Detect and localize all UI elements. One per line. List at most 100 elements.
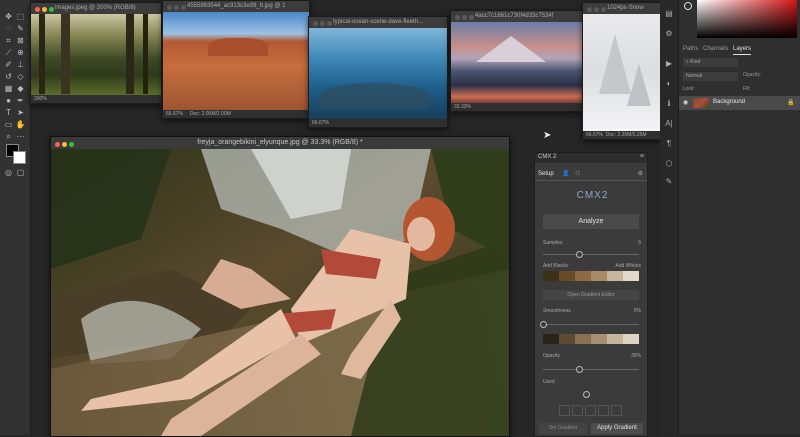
used-slider-knob[interactable]: [583, 391, 591, 398]
layer-row-background[interactable]: ◉ Background 🔒: [679, 96, 800, 110]
settings-gear-icon[interactable]: ⚙: [638, 170, 643, 177]
visibility-eye-icon[interactable]: ◉: [683, 99, 688, 106]
type-tool-icon[interactable]: T: [3, 108, 14, 117]
opacity-slider[interactable]: [543, 369, 639, 370]
samples-slider-knob[interactable]: [575, 251, 583, 258]
blur-tool-icon[interactable]: ◆: [15, 84, 26, 93]
palette-swatch[interactable]: [591, 271, 607, 281]
paragraph-panel-icon[interactable]: ¶: [663, 138, 675, 149]
history-panel-icon[interactable]: ▤: [663, 8, 675, 19]
set-gradient-button[interactable]: Set Gradient: [539, 423, 587, 434]
palette-swatch[interactable]: [575, 271, 591, 281]
doc-title-bar[interactable]: images.jpeg @ 200% (RGB/8): [31, 3, 161, 14]
tab-channels[interactable]: Channels: [703, 44, 728, 54]
eyedropper-icon[interactable]: ⟋: [3, 48, 14, 57]
frame-tool-icon[interactable]: ⊠: [15, 36, 26, 45]
background-color-swatch[interactable]: [13, 151, 26, 164]
healing-brush-icon[interactable]: ⊕: [15, 48, 26, 57]
doc-title-bar[interactable]: 4555863544_ac913c3e99_b.jpg @ 1: [163, 1, 309, 12]
lasso-tool-icon[interactable]: ◌: [3, 24, 14, 33]
cmx2-title-bar[interactable]: CMX 2 ≡: [535, 153, 647, 163]
stamp-tool-icon[interactable]: ⊥: [15, 60, 26, 69]
doc-title-bar[interactable]: 4acc7c1861c730f4d33c7534f: [451, 11, 585, 22]
main-doc-title-bar[interactable]: freyja_orangebikini_elyunque.jpg @ 33.3%…: [51, 137, 509, 149]
palette-swatch[interactable]: [575, 334, 591, 344]
layer-kind-filter[interactable]: ⌕ Kind: [683, 58, 738, 67]
color-picker-field[interactable]: [697, 0, 797, 38]
rectangle-tool-icon[interactable]: ▭: [3, 120, 14, 129]
panel-menu-icon[interactable]: ≡: [640, 153, 644, 160]
samples-slider[interactable]: [543, 254, 639, 255]
group-icon[interactable]: ⚇: [575, 170, 580, 177]
doc-title-bar[interactable]: 1024px-Snow: [583, 3, 661, 14]
play-action-icon[interactable]: ▶: [663, 58, 675, 69]
tab-layers[interactable]: Layers: [733, 44, 752, 55]
palette-swatch[interactable]: [591, 334, 607, 344]
zoom-tool-icon[interactable]: ⌕: [3, 132, 14, 141]
palette-swatch[interactable]: [623, 334, 639, 344]
gradient-type-option[interactable]: [611, 405, 622, 416]
gradient-type-option[interactable]: [598, 405, 609, 416]
crop-tool-icon[interactable]: ⌗: [3, 36, 14, 45]
add-whites-label[interactable]: Add Whites: [615, 263, 641, 269]
add-blacks-label[interactable]: Add Blacks: [543, 263, 568, 269]
mountains-image: [451, 22, 585, 103]
gradient-type-option[interactable]: [585, 405, 596, 416]
quick-select-icon[interactable]: ✎: [15, 24, 26, 33]
smoothness-slider[interactable]: [543, 324, 639, 325]
document-window-mountains[interactable]: 4acc7c1861c730f4d33c7534f 33.33%: [450, 10, 586, 112]
palette-swatch[interactable]: [607, 271, 623, 281]
screen-mode-icon[interactable]: ▢: [15, 168, 26, 177]
more-tools-icon[interactable]: ⋯: [15, 132, 26, 141]
doc-zoom: 33.33%: [454, 104, 471, 110]
brush-tool-icon[interactable]: ✐: [3, 60, 14, 69]
properties-panel-icon[interactable]: ⚙: [663, 28, 675, 39]
analyze-button[interactable]: Analyze: [543, 214, 639, 229]
palette-swatch[interactable]: [543, 334, 559, 344]
main-doc-title: freyja_orangebikini_elyunque.jpg @ 33.3%…: [197, 139, 363, 146]
palette-swatch[interactable]: [559, 334, 575, 344]
gradient-type-option[interactable]: [559, 405, 570, 416]
person-icon[interactable]: 👤: [562, 170, 569, 177]
palette-swatch[interactable]: [543, 271, 559, 281]
apply-gradient-button[interactable]: Apply Gradient: [591, 423, 643, 434]
main-canvas-image: [51, 149, 509, 436]
dodge-tool-icon[interactable]: ●: [3, 96, 14, 105]
doc-title-bar[interactable]: typical-ocean-scene-dave-fleeth...: [309, 17, 447, 28]
document-window-snow[interactable]: 1024px-Snow 66.67% Doc: 2.25M/2.25M: [582, 2, 662, 140]
document-window-desert[interactable]: 4555863544_ac913c3e99_b.jpg @ 1 66.67% D…: [162, 0, 310, 119]
document-window-forest[interactable]: images.jpeg @ 200% (RGB/8) 200%: [30, 2, 162, 104]
kind-placeholder: Kind: [690, 59, 701, 65]
character-panel-icon[interactable]: A|: [663, 118, 675, 129]
info-panel-icon[interactable]: ℹ: [663, 98, 675, 109]
eraser-tool-icon[interactable]: ◇: [15, 72, 26, 81]
pen-tool-icon[interactable]: ✒: [15, 96, 26, 105]
tab-paths[interactable]: Paths: [683, 44, 698, 54]
adjustments-panel-icon[interactable]: ◐: [663, 78, 675, 89]
layers-dock: Paths Channels Layers ⌕ Kind Normal Opac…: [678, 0, 800, 435]
gradient-tool-icon[interactable]: ▦: [3, 84, 14, 93]
tab-setup[interactable]: Setup: [538, 171, 554, 177]
blend-mode-select[interactable]: Normal: [683, 72, 738, 81]
palette-swatch[interactable]: [559, 271, 575, 281]
color-picker-marker[interactable]: [684, 2, 692, 10]
hand-tool-icon[interactable]: ✋: [15, 120, 26, 129]
gradient-type-option[interactable]: [572, 405, 583, 416]
quick-mask-icon[interactable]: ◎: [3, 168, 14, 177]
marquee-tool-icon[interactable]: ⬚: [15, 12, 26, 21]
opacity-slider-knob[interactable]: [576, 366, 584, 373]
move-tool-icon[interactable]: ✥: [3, 12, 14, 21]
3d-panel-icon[interactable]: ⬡: [663, 158, 675, 169]
open-gradient-editor-button[interactable]: Open Gradient Editor: [543, 290, 639, 300]
path-select-icon[interactable]: ➤: [15, 108, 26, 117]
document-window-ocean[interactable]: typical-ocean-scene-dave-fleeth... 66.67…: [308, 16, 448, 128]
smoothness-slider-knob[interactable]: [540, 321, 547, 328]
history-brush-icon[interactable]: ↺: [3, 72, 14, 81]
main-document-window[interactable]: freyja_orangebikini_elyunque.jpg @ 33.3%…: [50, 136, 510, 437]
opacity-value: 35%: [630, 353, 641, 359]
layer-name: Background: [713, 99, 746, 105]
brush-settings-icon[interactable]: ✎: [663, 176, 675, 187]
smoothness-value: 0%: [633, 308, 641, 314]
palette-swatch[interactable]: [623, 271, 639, 281]
palette-swatch[interactable]: [607, 334, 623, 344]
